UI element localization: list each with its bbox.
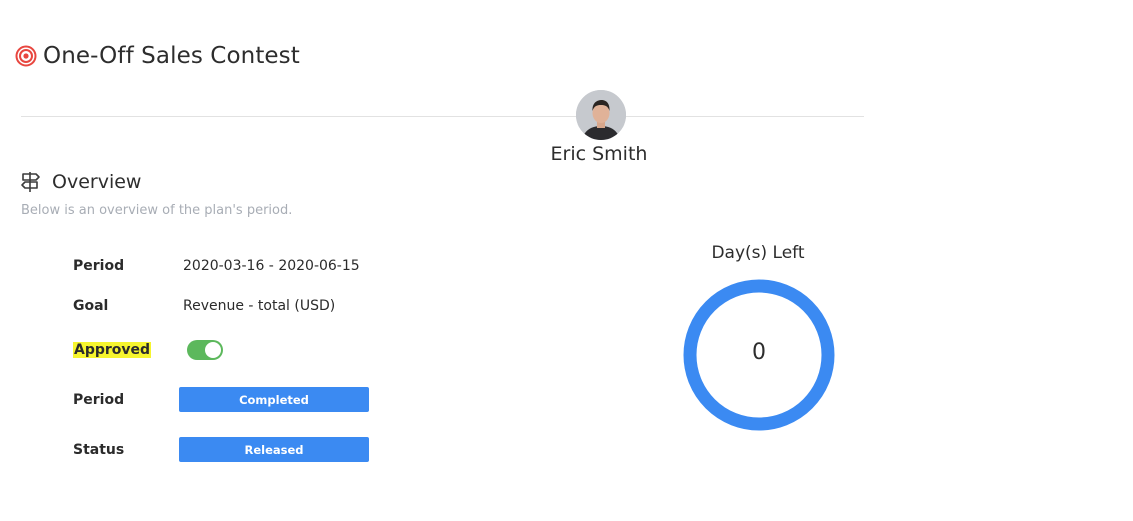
- page-title-text: One-Off Sales Contest: [43, 43, 300, 69]
- divider: [21, 116, 864, 117]
- approved-toggle[interactable]: [187, 340, 223, 360]
- completed-badge: Completed: [179, 387, 369, 412]
- avatar-image: [576, 90, 626, 140]
- overview-subtitle: Below is an overview of the plan's perio…: [21, 203, 293, 218]
- goal-value: Revenue - total (USD): [183, 298, 336, 314]
- period-status-label: Period: [73, 391, 125, 408]
- approved-label: Approved: [73, 342, 152, 358]
- status-label: Status: [73, 441, 125, 458]
- approved-label-wrap: Approved: [73, 342, 179, 358]
- period-status-row: Period Completed: [73, 387, 369, 412]
- page-title: One-Off Sales Contest: [15, 38, 300, 74]
- released-badge: Released: [179, 437, 369, 462]
- signpost-icon: [21, 172, 40, 192]
- target-icon: [15, 45, 37, 67]
- goal-row: Goal Revenue - total (USD): [73, 298, 335, 314]
- period-row: Period 2020-03-16 - 2020-06-15: [73, 258, 360, 274]
- overview-title: Overview: [52, 171, 142, 193]
- approved-row: Approved: [73, 340, 223, 360]
- status-row: Status Released: [73, 437, 369, 462]
- overview-header: Overview: [20, 168, 141, 196]
- goal-label: Goal: [73, 298, 109, 314]
- avatar[interactable]: [576, 90, 626, 140]
- days-left-title: Day(s) Left: [711, 243, 805, 263]
- period-label: Period: [73, 258, 125, 274]
- period-value: 2020-03-16 - 2020-06-15: [183, 258, 360, 274]
- toggle-knob: [205, 342, 221, 358]
- days-left-value: 0: [752, 340, 766, 365]
- user-name: Eric Smith: [550, 143, 648, 165]
